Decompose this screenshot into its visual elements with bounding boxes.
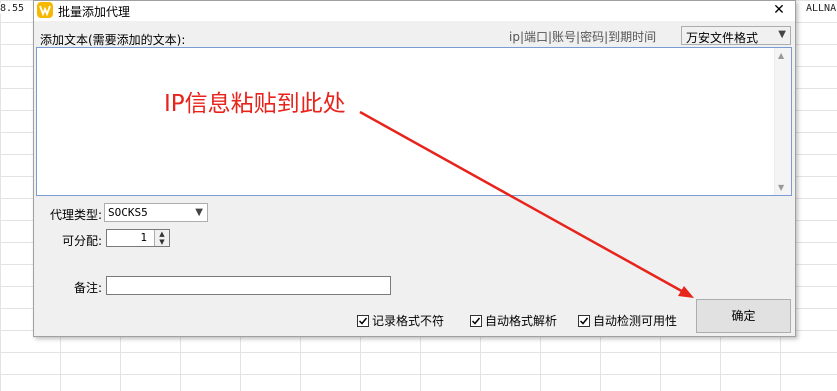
annotation-arrow-icon	[359, 110, 694, 298]
